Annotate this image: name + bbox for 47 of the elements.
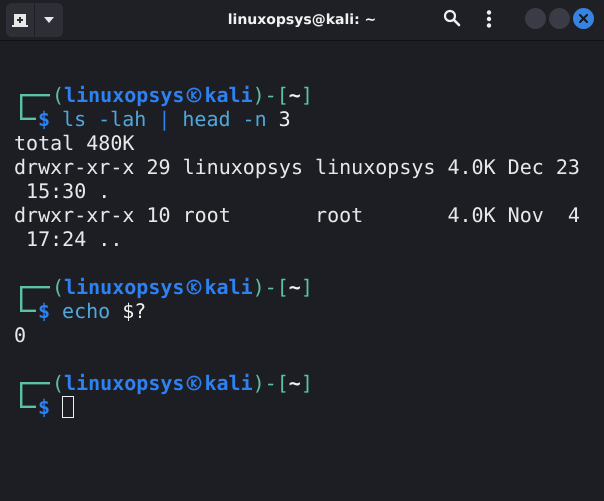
command-name: head xyxy=(182,107,231,131)
command-name: ls xyxy=(62,107,86,131)
output-line: 15:30 . xyxy=(25,179,110,203)
prompt-bracket: ( xyxy=(52,275,64,299)
command-option: -n xyxy=(242,107,267,131)
prompt-sign: $ xyxy=(38,107,50,131)
new-tab-icon xyxy=(12,13,28,27)
prompt-bracket: )-[ xyxy=(252,275,289,299)
prompt-bracket: ( xyxy=(52,371,64,395)
menu-button[interactable] xyxy=(486,10,492,28)
search-icon xyxy=(443,9,461,27)
prompt-user: linuxopsys xyxy=(64,371,184,395)
prompt-bracket: ] xyxy=(300,371,313,395)
output-line: drwxr-xr-x 10 root root 4.0K Nov 4 xyxy=(14,203,580,227)
prompt-bracket: ] xyxy=(300,275,313,299)
pipe-symbol: | xyxy=(158,107,170,131)
prompt-sign: $ xyxy=(38,395,50,419)
prompt-user: linuxopsys xyxy=(64,83,184,107)
circled-k-icon xyxy=(186,279,202,295)
prompt-directory: ~ xyxy=(288,275,301,299)
prompt-bracket: ] xyxy=(300,83,313,107)
prompt-directory: ~ xyxy=(288,371,301,395)
prompt-user: linuxopsys xyxy=(64,275,184,299)
prompt-user: kali xyxy=(204,275,253,299)
command-name: echo xyxy=(62,299,110,323)
window-title: linuxopsys@kali: ~ xyxy=(228,12,376,28)
command-option: -lah xyxy=(98,107,146,131)
output-line: total 480K xyxy=(14,131,134,155)
close-icon xyxy=(579,14,588,23)
prompt-bracket: ( xyxy=(52,83,64,107)
caret-icon xyxy=(44,17,54,23)
command-argument: 3 xyxy=(278,107,291,131)
close-button[interactable] xyxy=(573,8,594,29)
search-button[interactable] xyxy=(443,9,461,27)
prompt-user: kali xyxy=(204,371,253,395)
command-argument: $? xyxy=(122,299,146,323)
prompt-user: kali xyxy=(204,83,253,107)
prompt-sign: $ xyxy=(38,299,50,323)
prompt-bracket: )-[ xyxy=(252,83,289,107)
output-line: 17:24 .. xyxy=(25,227,122,251)
prompt-bracket: )-[ xyxy=(252,371,289,395)
output-line: 0 xyxy=(14,323,26,347)
menu-icon xyxy=(486,10,492,28)
prompt-directory: ~ xyxy=(288,83,301,107)
circled-k-icon xyxy=(186,87,202,103)
circled-k-icon xyxy=(186,375,202,391)
output-line: drwxr-xr-x 29 linuxopsys linuxopsys 4.0K Dec 23 xyxy=(14,155,580,179)
